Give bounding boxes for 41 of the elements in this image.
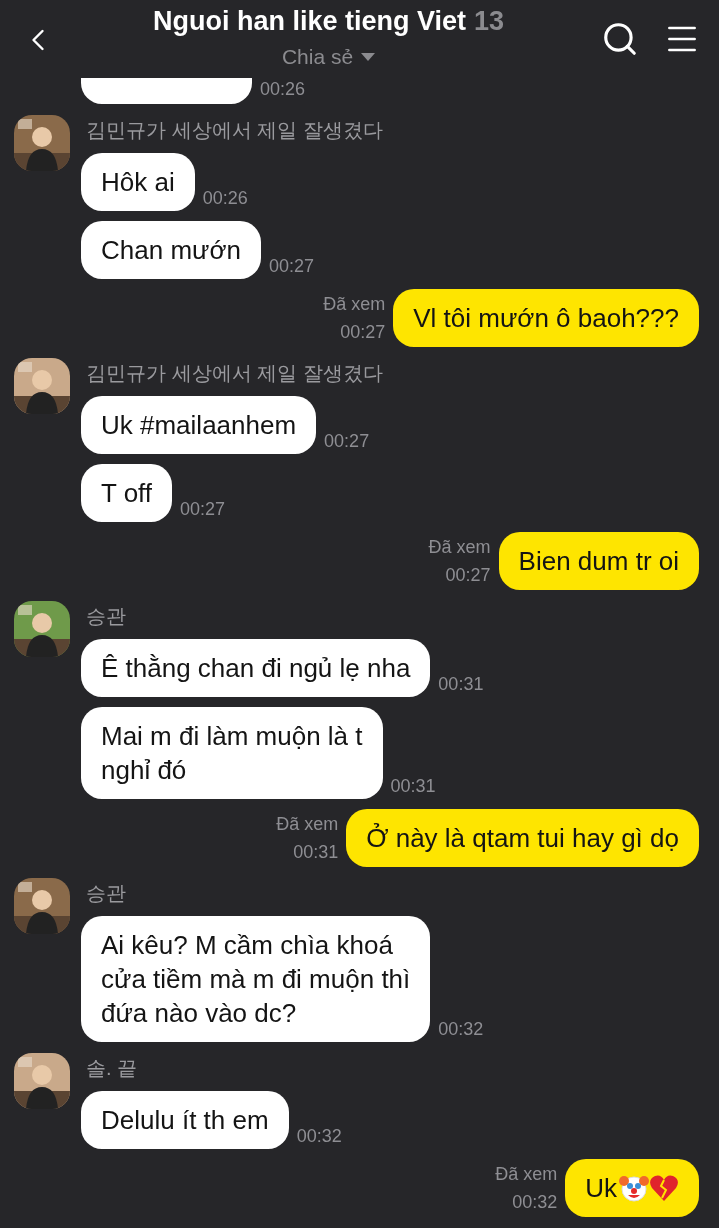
clown-emoji-icon xyxy=(619,1173,649,1203)
sender-name: 김민규가 세상에서 제일 잘생겼다 xyxy=(85,118,384,141)
message-time: 00:27 xyxy=(340,321,386,344)
message-time: 00:27 xyxy=(445,564,491,587)
message-time: 00:32 xyxy=(296,1125,342,1148)
message-time: 00:27 xyxy=(324,430,370,453)
sender-name: 솔. 끝 xyxy=(85,1056,139,1079)
message-bubble: Ở này là qtam tui hay gì dọ xyxy=(346,809,699,867)
caret-icon xyxy=(361,53,376,61)
read-receipt: Đã xem xyxy=(323,293,386,316)
message-bubble: Bien dum tr oi xyxy=(498,532,699,590)
message-bubble: Ê thằng chan đi ngủ lẹ nha xyxy=(81,639,431,697)
message-bubble: T off xyxy=(81,464,173,522)
message-time: 00:27 xyxy=(268,255,314,278)
read-receipt: Đã xem xyxy=(276,813,339,836)
message-bubble: Uk xyxy=(565,1159,699,1217)
message-bubble: Chan mướn xyxy=(81,221,261,279)
share-dropdown[interactable]: Chia sẻ xyxy=(281,45,376,69)
message-bubble: Hôk ai xyxy=(81,153,195,211)
read-receipt: Đã xem xyxy=(428,536,491,559)
read-receipt: Đã xem xyxy=(495,1163,558,1186)
sender-name: 김민규가 세상에서 제일 잘생겼다 xyxy=(85,361,384,384)
message-time: 00:32 xyxy=(438,1018,484,1041)
sender-name: 승관 xyxy=(85,604,127,627)
message-bubble: Delulu ít th em xyxy=(81,1091,289,1149)
message-bubble: Mai m đi làm muộn là t nghỉ đó xyxy=(81,707,383,799)
message-time: 00:31 xyxy=(438,673,484,696)
search-icon[interactable] xyxy=(601,20,639,58)
message-time: 00:32 xyxy=(512,1191,558,1214)
broken-heart-icon xyxy=(649,1174,679,1202)
message-time: 00:31 xyxy=(390,775,436,798)
message-time: 00:27 xyxy=(180,498,226,521)
message-bubble: Vl tôi mướn ô baoh??? xyxy=(393,289,699,347)
chat-title: Nguoi han like tieng Viet xyxy=(152,6,466,37)
message-time: 00:26 xyxy=(260,78,306,101)
message-time: 00:26 xyxy=(202,187,248,210)
message-bubble: Uk #mailaanhem xyxy=(81,396,317,454)
sender-name: 승관 xyxy=(85,881,127,904)
message-time: 00:31 xyxy=(293,841,339,864)
member-count: 13 xyxy=(474,6,505,37)
message-bubble: Ai kêu? M cầm chìa khoá cửa tiềm mà m đi muộn thì đứa nào vào dc? xyxy=(81,916,431,1042)
